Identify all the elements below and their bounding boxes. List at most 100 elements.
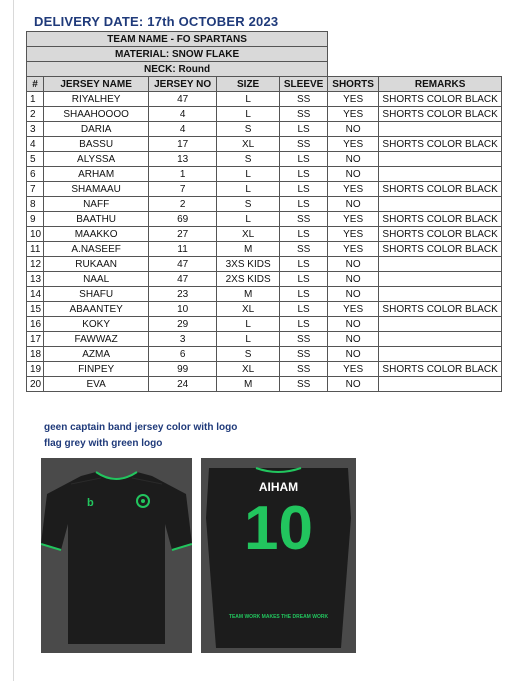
cell-jersey-name: KOKY [43, 316, 150, 332]
cell-jersey-no: 10 [148, 301, 218, 317]
cell-remarks: SHORTS COLOR BLACK [378, 106, 503, 122]
cell-shorts: NO [327, 376, 380, 392]
cell-jersey-no: 23 [148, 286, 218, 302]
cell-jersey-no: 99 [148, 361, 218, 377]
cell-size: L [216, 211, 281, 227]
table-row: 13 NAAL 47 2XS KIDS LS NO [25, 271, 503, 287]
cell-jersey-no: 4 [148, 106, 218, 122]
cell-sleeve: SS [279, 361, 329, 377]
cell-sleeve: SS [279, 331, 329, 347]
cell-sleeve: SS [279, 376, 329, 392]
cell-sleeve: LS [279, 196, 329, 212]
table-row: 12 RUKAAN 47 3XS KIDS LS NO [25, 256, 503, 272]
cell-size: M [216, 286, 281, 302]
cell-sleeve: LS [279, 316, 329, 332]
cell-jersey-no: 24 [148, 376, 218, 392]
cell-shorts: NO [327, 346, 380, 362]
table-row: 1 RIYALHEY 47 L SS YES SHORTS COLOR BLACK [25, 91, 503, 107]
cell-size: S [216, 151, 281, 167]
cell-jersey-name: AZMA [43, 346, 150, 362]
cell-shorts: YES [327, 301, 380, 317]
cell-size: L [216, 106, 281, 122]
cell-remarks: SHORTS COLOR BLACK [378, 226, 503, 242]
cell-sleeve: LS [279, 286, 329, 302]
cell-jersey-name: EVA [43, 376, 150, 392]
cell-row-number: 15 [25, 301, 45, 317]
cell-row-number: 20 [25, 376, 45, 392]
table-row: 16 KOKY 29 L LS NO [25, 316, 503, 332]
cell-size: L [216, 331, 281, 347]
cell-row-number: 19 [25, 361, 45, 377]
jersey-back-image: AIHAM 10 TEAM WORK MAKES THE DREAM WORK [201, 458, 356, 653]
cell-jersey-no: 47 [148, 256, 218, 272]
note-captain-band: geen captain band jersey color with logo [44, 422, 238, 433]
cell-sleeve: LS [279, 121, 329, 137]
table-row: 2 SHAAHOOOO 4 L SS YES SHORTS COLOR BLACK [25, 106, 503, 122]
cell-remarks [378, 151, 503, 167]
cell-shorts: NO [327, 196, 380, 212]
cell-shorts: YES [327, 91, 380, 107]
cell-jersey-no: 1 [148, 166, 218, 182]
cell-row-number: 17 [25, 331, 45, 347]
cell-remarks [378, 271, 503, 287]
cell-remarks [378, 166, 503, 182]
cell-row-number: 16 [25, 316, 45, 332]
cell-sleeve: LS [279, 181, 329, 197]
svg-text:b: b [87, 497, 94, 509]
column-header-number: # [25, 76, 45, 92]
cell-row-number: 11 [25, 241, 45, 257]
jersey-back-number: 10 [244, 494, 313, 563]
cell-jersey-no: 47 [148, 91, 218, 107]
cell-sleeve: LS [279, 271, 329, 287]
material-header: MATERIAL: SNOW FLAKE [25, 46, 329, 62]
cell-remarks: SHORTS COLOR BLACK [378, 136, 503, 152]
jersey-front-image: b [41, 458, 192, 653]
cell-jersey-name: NAAL [43, 271, 150, 287]
cell-shorts: NO [327, 271, 380, 287]
jersey-front-drawing: b [41, 471, 192, 644]
cell-size: S [216, 121, 281, 137]
cell-sleeve: LS [279, 256, 329, 272]
cell-size: M [216, 241, 281, 257]
cell-jersey-name: FINPEY [43, 361, 150, 377]
cell-shorts: YES [327, 361, 380, 377]
cell-jersey-name: RUKAAN [43, 256, 150, 272]
cell-size: L [216, 91, 281, 107]
table-row: 6 ARHAM 1 L LS NO [25, 166, 503, 182]
cell-shorts: NO [327, 121, 380, 137]
cell-sleeve: LS [279, 151, 329, 167]
table-row: 5 ALYSSA 13 S LS NO [25, 151, 503, 167]
cell-size: 2XS KIDS [216, 271, 281, 287]
cell-size: XL [216, 301, 281, 317]
table-row: 9 BAATHU 69 L SS YES SHORTS COLOR BLACK [25, 211, 503, 227]
cell-remarks [378, 316, 503, 332]
cell-remarks [378, 331, 503, 347]
cell-remarks [378, 376, 503, 392]
cell-jersey-no: 7 [148, 181, 218, 197]
cell-jersey-no: 27 [148, 226, 218, 242]
cell-size: L [216, 316, 281, 332]
cell-remarks [378, 121, 503, 137]
cell-shorts: YES [327, 241, 380, 257]
jersey-order-table: TEAM NAME - FO SPARTANS MATERIAL: SNOW F… [25, 31, 503, 392]
cell-jersey-no: 13 [148, 151, 218, 167]
cell-size: L [216, 166, 281, 182]
cell-jersey-name: ARHAM [43, 166, 150, 182]
cell-row-number: 7 [25, 181, 45, 197]
table-row: 4 BASSU 17 XL SS YES SHORTS COLOR BLACK [25, 136, 503, 152]
cell-row-number: 8 [25, 196, 45, 212]
cell-remarks [378, 286, 503, 302]
table-row: 11 A.NASEEF 11 M SS YES SHORTS COLOR BLACK [25, 241, 503, 257]
cell-sleeve: SS [279, 106, 329, 122]
cell-jersey-name: SHAFU [43, 286, 150, 302]
cell-sleeve: SS [279, 91, 329, 107]
cell-row-number: 1 [25, 91, 45, 107]
cell-size: XL [216, 226, 281, 242]
table-row: 8 NAFF 2 S LS NO [25, 196, 503, 212]
cell-shorts: YES [327, 136, 380, 152]
cell-size: 3XS KIDS [216, 256, 281, 272]
cell-row-number: 18 [25, 346, 45, 362]
cell-shorts: NO [327, 166, 380, 182]
column-header-remarks: REMARKS [378, 76, 503, 92]
team-name-header: TEAM NAME - FO SPARTANS [25, 31, 329, 47]
